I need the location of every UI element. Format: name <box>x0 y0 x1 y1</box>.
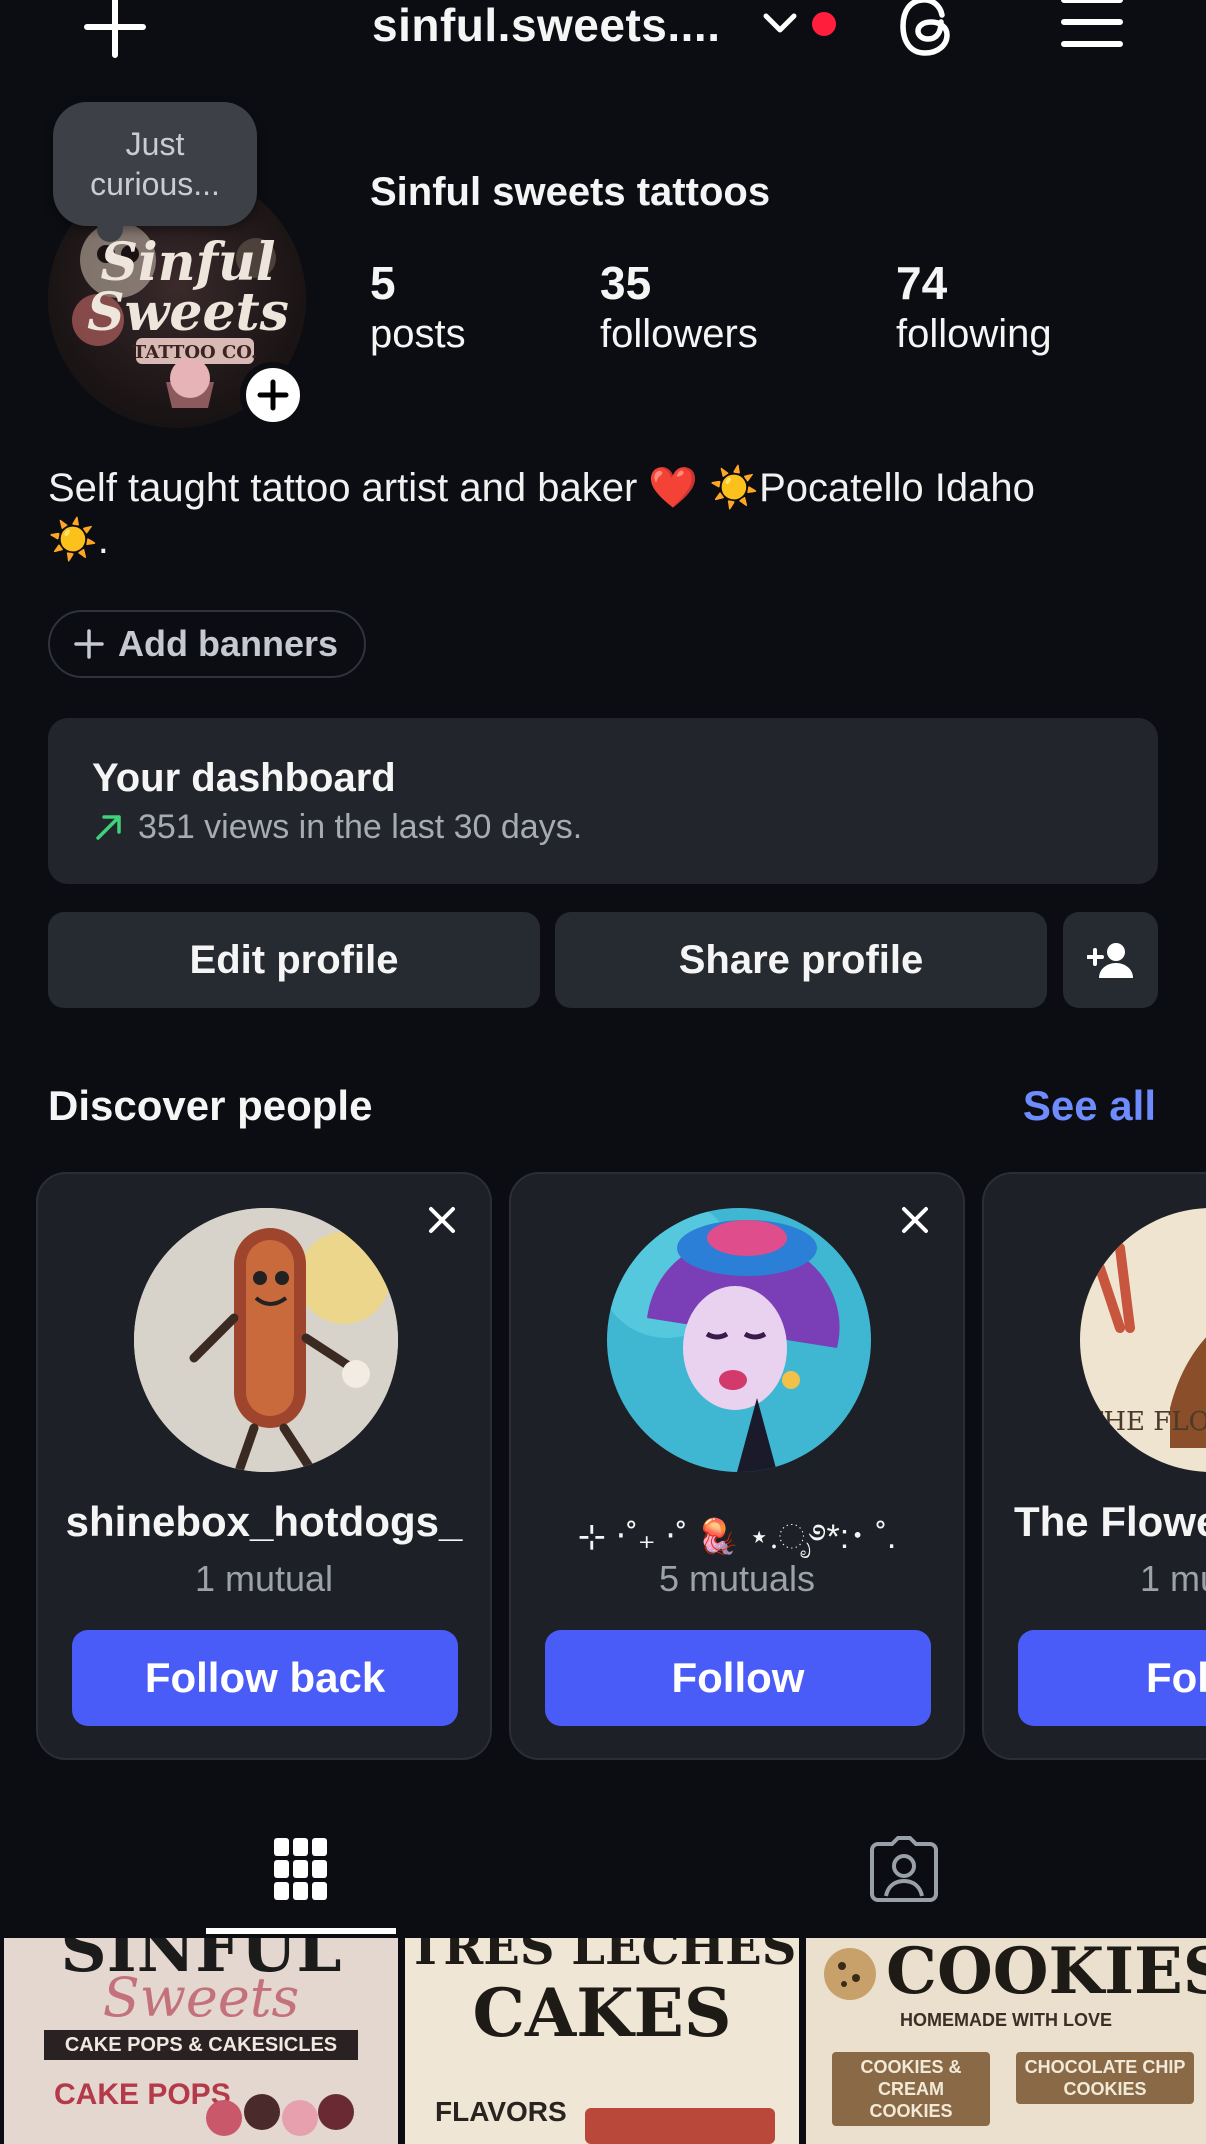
profile-bio: Self taught tattoo artist and baker ❤️ ☀… <box>48 462 1168 566</box>
following-count[interactable]: 74 <box>896 256 947 310</box>
account-username[interactable]: sinful.sweets.... <box>372 0 721 52</box>
suggestion-mutual: 1 mutual <box>194 1558 334 1599</box>
discover-people-toggle-button[interactable] <box>1063 912 1158 1008</box>
follow-back-button[interactable]: Follow back <box>72 1630 458 1726</box>
trending-up-icon <box>96 815 121 840</box>
cookie-icon <box>820 1944 880 2009</box>
follow-button[interactable]: Follow <box>545 1630 931 1726</box>
thumb-subtitle: Sweets <box>102 1966 300 2029</box>
post-thumbnail[interactable]: COOKIES HOMEMADE WITH LOVE COOKIES & CRE… <box>806 1938 1206 2144</box>
plus-icon <box>257 379 289 411</box>
profile-note-bubble[interactable]: Just curious... <box>53 102 257 242</box>
thumb-title: COOKIES <box>886 1938 1206 2009</box>
followers-count[interactable]: 35 <box>600 256 651 310</box>
create-plus-icon[interactable] <box>80 0 150 62</box>
dashboard-card[interactable]: Your dashboard 351 views in the last 30 … <box>48 718 1158 884</box>
thumb-subtitle: HOMEMADE WITH LOVE <box>900 2010 1112 2030</box>
post-thumbnail[interactable]: TRES LECHES CAKES FLAVORS <box>405 1938 799 2144</box>
cake-pops-illustration <box>204 2088 354 2144</box>
display-name: Sinful sweets tattoos <box>370 170 771 214</box>
bio-line: ☀️. <box>48 518 109 562</box>
thumb-title: TRES LECHES <box>407 1938 797 1976</box>
followers-label[interactable]: followers <box>600 312 758 357</box>
suggestion-card[interactable]: shinebox_hotdogs_ 1 mutual Follow back <box>36 1172 492 1760</box>
dashboard-subtitle: 351 views in the last 30 days. <box>138 808 583 846</box>
dismiss-suggestion-icon[interactable] <box>895 1200 935 1240</box>
suggestion-name[interactable]: shinebox_hotdogs_ <box>38 1498 490 1546</box>
tagged-tab-icon[interactable] <box>870 1836 938 1907</box>
suggestion-avatar[interactable]: THE FLO <box>1080 1208 1206 1472</box>
suggestion-card[interactable]: ⊹ ‧˚₊ ‧˚ 🪼 ⋆.ೃ࿔*:･ ˚. 5 mutuals Follow <box>509 1172 965 1760</box>
active-tab-indicator <box>206 1928 396 1934</box>
thumb-line: CAKE POPS & CAKESICLES <box>44 2030 358 2060</box>
plus-icon <box>74 629 104 659</box>
add-banners-button[interactable]: Add banners <box>48 610 366 678</box>
see-all-link[interactable]: See all <box>1023 1082 1156 1130</box>
svg-text:THE FLO: THE FLO <box>1086 1407 1206 1437</box>
suggestion-card[interactable]: THE FLO The Flowe 1 mu Fol <box>982 1172 1206 1760</box>
add-person-icon <box>1086 943 1133 978</box>
thumb-item: CHOCOLATE CHIP COOKIES <box>1016 2052 1194 2104</box>
dashboard-title: Your dashboard <box>92 756 396 800</box>
suggestion-mutual: 1 mu <box>1140 1558 1206 1599</box>
suggestion-name[interactable]: The Flowe <box>1014 1498 1206 1546</box>
add-story-button[interactable] <box>240 362 306 428</box>
threads-icon[interactable] <box>896 0 962 62</box>
dismiss-suggestion-icon[interactable] <box>422 1200 462 1240</box>
discover-people-title: Discover people <box>48 1082 373 1129</box>
suggestion-avatar[interactable] <box>607 1208 871 1472</box>
share-profile-button[interactable]: Share profile <box>555 912 1047 1008</box>
posts-count[interactable]: 5 <box>370 256 396 310</box>
note-text: Just curious... <box>90 126 220 202</box>
post-thumbnail[interactable]: SINFUL Sweets CAKE POPS & CAKESICLES CAK… <box>4 1938 398 2144</box>
suggestion-mutual: 5 mutuals <box>658 1558 816 1599</box>
thumb-item: FLAVORS <box>435 2096 567 2127</box>
suggestion-avatar[interactable] <box>134 1208 398 1472</box>
add-banners-label: Add banners <box>118 623 339 664</box>
follow-button[interactable]: Fol <box>1018 1630 1206 1726</box>
grid-tab-icon[interactable] <box>272 1836 330 1907</box>
thumb-subtitle: CAKES <box>472 1974 732 2052</box>
menu-icon[interactable] <box>1058 0 1126 54</box>
edit-profile-button[interactable]: Edit profile <box>48 912 540 1008</box>
svg-text:Sweets: Sweets <box>87 282 289 343</box>
cake-illustration <box>585 2108 775 2144</box>
posts-label[interactable]: posts <box>370 312 466 357</box>
notification-dot <box>812 12 836 36</box>
following-label[interactable]: following <box>896 312 1052 357</box>
bio-line: Self taught tattoo artist and baker ❤️ ☀… <box>48 466 1035 510</box>
chevron-down-icon[interactable] <box>758 4 802 44</box>
thumb-line: COOKIES & CREAM COOKIES <box>832 2052 990 2126</box>
